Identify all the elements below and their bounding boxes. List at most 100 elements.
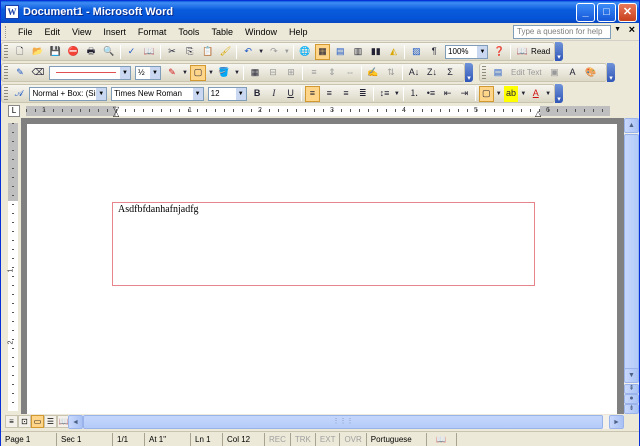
horizontal-scrollbar[interactable]: ◄ ⋮⋮⋮ ► <box>68 415 624 429</box>
cut-icon[interactable]: ✂ <box>164 44 180 60</box>
border-color-dropdown-icon[interactable]: ▼ <box>182 65 188 81</box>
justify-icon[interactable]: ≣ <box>355 86 370 102</box>
help-question-input[interactable]: Type a question for help <box>513 25 611 39</box>
close-button[interactable]: ✕ <box>618 2 637 22</box>
menu-table[interactable]: Table <box>205 23 239 41</box>
tables-borders-icon[interactable]: ▦ <box>314 43 331 60</box>
status-line[interactable]: Ln 1 <box>191 432 223 446</box>
format-textbox-icon[interactable]: 🎨 <box>583 65 599 81</box>
spelling-status-icon[interactable]: 📖 <box>427 432 457 446</box>
eraser-icon[interactable]: ⌫ <box>30 65 46 81</box>
line-weight-dropdown-icon[interactable]: ▼ <box>150 66 160 79</box>
border-dropdown-icon[interactable]: ▼ <box>208 65 214 81</box>
text-direction-icon[interactable]: ⇅ <box>383 65 399 81</box>
sort-descending-icon[interactable]: Z↓ <box>424 65 440 81</box>
vertical-scroll-thumb[interactable] <box>624 134 639 373</box>
redo-icon[interactable]: ↷ <box>266 44 282 60</box>
status-record-macro[interactable]: REC <box>265 432 291 446</box>
increase-indent-icon[interactable]: ⇥ <box>457 86 472 102</box>
maximize-button[interactable]: □ <box>597 2 616 22</box>
text-box[interactable]: Asdfbfdanhafnjadfg <box>112 202 535 286</box>
wrap-text-icon[interactable]: ▣ <box>547 65 563 81</box>
toolbar-grip[interactable] <box>4 87 8 100</box>
underline-button[interactable]: U <box>283 86 298 102</box>
toolbar-grip[interactable] <box>482 66 486 79</box>
word-app-icon[interactable]: W <box>5 5 19 19</box>
document-page[interactable]: Asdfbfdanhafnjadfg <box>27 124 617 414</box>
toolbar-options-icon[interactable]: ▾ <box>555 84 563 103</box>
outside-border-icon[interactable]: ▢ <box>478 85 494 102</box>
merge-cells-icon[interactable]: ⊟ <box>265 65 281 81</box>
table-autoformat-icon[interactable]: ✍ <box>365 65 381 81</box>
style-dropdown-icon[interactable]: ▼ <box>96 87 107 100</box>
next-page-button[interactable]: ⇟ <box>624 404 639 414</box>
shading-dropdown-icon[interactable]: ▼ <box>234 65 240 81</box>
menu-window[interactable]: Window <box>239 23 283 41</box>
toolbar-options-icon[interactable]: ▾ <box>465 63 473 82</box>
hyperlink-icon[interactable]: 🌐 <box>297 44 313 60</box>
vertical-ruler[interactable]: 1 2 <box>7 123 18 411</box>
horizontal-scroll-thumb[interactable]: ⋮⋮⋮ <box>83 415 603 429</box>
drawing-icon[interactable]: ◭ <box>386 44 402 60</box>
scroll-up-button[interactable]: ▲ <box>624 118 639 133</box>
italic-button[interactable]: I <box>266 86 281 102</box>
distribute-columns-icon[interactable]: ⇔ <box>342 65 358 81</box>
line-style-select[interactable]: ▼ <box>49 65 131 80</box>
save-icon[interactable]: 💾 <box>48 44 64 60</box>
styles-formatting-icon[interactable]: 𝒜 <box>12 86 27 102</box>
status-language[interactable]: Portuguese <box>367 432 427 446</box>
outline-view-icon[interactable]: ☰ <box>44 415 57 428</box>
autosum-icon[interactable]: Σ <box>442 65 458 81</box>
select-browse-object-button[interactable]: ● <box>624 394 639 404</box>
align-cell-icon[interactable]: ≡ <box>306 65 322 81</box>
status-overtype[interactable]: OVR <box>340 432 367 446</box>
scroll-right-button[interactable]: ► <box>609 415 624 429</box>
decrease-indent-icon[interactable]: ⇤ <box>440 86 455 102</box>
highlight-icon[interactable]: ab <box>503 85 519 102</box>
menu-grip[interactable] <box>5 25 8 38</box>
status-section[interactable]: Sec 1 <box>57 432 113 446</box>
paste-icon[interactable]: 📋 <box>200 44 216 60</box>
scroll-left-button[interactable]: ◄ <box>68 415 83 429</box>
border-dropdown-icon[interactable]: ▼ <box>496 86 502 102</box>
undo-dropdown-icon[interactable]: ▼ <box>258 44 264 60</box>
toolbar-options-icon[interactable]: ▾ <box>555 42 563 61</box>
web-layout-view-icon[interactable]: ⊡ <box>18 415 31 428</box>
font-color-dropdown-icon[interactable]: ▼ <box>545 86 551 102</box>
status-column[interactable]: Col 12 <box>223 432 265 446</box>
bullets-icon[interactable]: •≡ <box>424 86 439 102</box>
split-cells-icon[interactable]: ⊞ <box>283 65 299 81</box>
toolbar-options-icon[interactable]: ▾ <box>607 63 615 82</box>
status-at[interactable]: At 1" <box>145 432 191 446</box>
undo-icon[interactable]: ↶ <box>240 44 256 60</box>
align-left-icon[interactable]: ≡ <box>304 85 320 102</box>
font-select[interactable]: Times New Roman ▼ <box>111 86 204 101</box>
edit-text-button[interactable]: Edit Text <box>511 68 542 77</box>
tab-selector-icon[interactable]: L <box>8 105 20 117</box>
insert-table-icon[interactable]: ▤ <box>332 44 348 60</box>
scroll-down-button[interactable]: ▼ <box>624 368 639 383</box>
permission-icon[interactable]: ⛔ <box>65 44 81 60</box>
align-center-icon[interactable]: ≡ <box>322 86 337 102</box>
align-right-icon[interactable]: ≡ <box>339 86 354 102</box>
text-effects-icon[interactable]: A <box>565 65 581 81</box>
zoom-select[interactable]: 100% ▼ <box>445 44 489 59</box>
status-track-changes[interactable]: TRK <box>291 432 316 446</box>
numbering-icon[interactable]: ⒈ <box>407 86 422 102</box>
zoom-dropdown-icon[interactable]: ▼ <box>477 45 488 58</box>
textbox-link-icon[interactable]: ▤ <box>490 65 506 81</box>
line-spacing-icon[interactable]: ↕≡ <box>377 86 392 102</box>
menu-help[interactable]: Help <box>283 23 314 41</box>
document-close-button[interactable]: × <box>629 24 635 36</box>
shading-color-icon[interactable]: 🪣 <box>216 65 232 81</box>
bold-button[interactable]: B <box>250 86 265 102</box>
minimize-button[interactable]: _ <box>576 2 595 22</box>
document-map-icon[interactable]: ▨ <box>408 44 424 60</box>
read-icon[interactable]: 📖 <box>514 44 530 60</box>
toolbar-grip[interactable] <box>4 45 8 58</box>
normal-view-icon[interactable]: ≡ <box>5 415 18 428</box>
font-dropdown-icon[interactable]: ▼ <box>192 87 203 100</box>
font-size-select[interactable]: 12 ▼ <box>207 86 247 101</box>
draw-table-icon[interactable]: ✎ <box>12 65 28 81</box>
distribute-rows-icon[interactable]: ⇕ <box>324 65 340 81</box>
